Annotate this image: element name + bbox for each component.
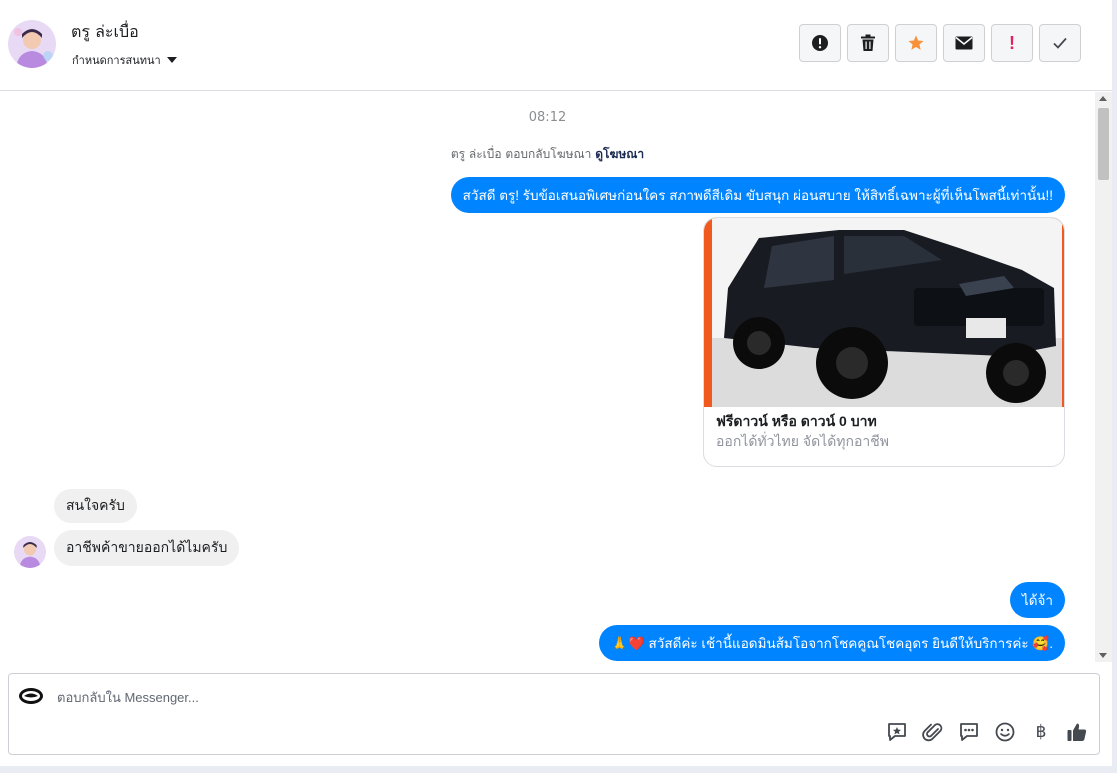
composer-toolbar: ฿ xyxy=(885,720,1089,744)
conversation-settings-dropdown[interactable]: กำหนดการสนทนา xyxy=(72,51,177,69)
ad-reply-note-text: ตรู ล่ะเบื่อ ตอบกลับโฆษณา xyxy=(450,147,592,161)
contact-name: ตรู ล่ะเบื่อ xyxy=(71,22,139,41)
scroll-down-arrow-icon[interactable] xyxy=(1099,653,1107,658)
exclamation-icon: ! xyxy=(1009,32,1015,53)
messenger-window: ตรู ล่ะเบื่อ กำหนดการสนทนา ! 08:12 ตรู ล… xyxy=(0,0,1112,766)
mark-done-button[interactable] xyxy=(1039,24,1081,62)
outgoing-message[interactable]: สวัสดี ตรู! รับข้อเสนอพิเศษก่อนใคร สภาพด… xyxy=(450,177,1065,213)
caret-down-icon xyxy=(166,57,177,63)
saved-replies-button[interactable] xyxy=(957,720,981,744)
message-timestamp: 08:12 xyxy=(528,110,567,125)
check-icon xyxy=(1053,37,1067,49)
mark-unread-button[interactable] xyxy=(943,24,985,62)
contact-avatar[interactable] xyxy=(8,20,56,68)
star-icon xyxy=(908,35,924,50)
trash-icon xyxy=(861,34,875,51)
star-button[interactable] xyxy=(895,24,937,62)
view-ad-link[interactable]: ดูโฆษณา xyxy=(595,147,644,161)
scroll-thumb[interactable] xyxy=(1098,108,1109,180)
message-composer: ฿ xyxy=(8,673,1100,755)
conversation-settings-label: กำหนดการสนทนา xyxy=(72,54,161,67)
ad-card[interactable]: ฟรีดาวน์ หรือ ดาวน์ 0 บาท ออกได้ทั่วไทย … xyxy=(703,217,1065,467)
outgoing-message[interactable]: ได้จ้า xyxy=(1009,582,1065,618)
attachment-icon xyxy=(922,723,943,742)
baht-icon: ฿ xyxy=(1035,722,1047,742)
delete-button[interactable] xyxy=(847,24,889,62)
emoji-icon xyxy=(995,722,1015,742)
ad-reply-note: ตรู ล่ะเบื่อ ตอบกลับโฆษณา ดูโฆษณา xyxy=(0,145,1095,164)
contact-avatar-small xyxy=(14,536,46,568)
sticker-button[interactable] xyxy=(885,720,909,744)
attach-file-button[interactable] xyxy=(921,720,945,744)
spam-button[interactable] xyxy=(799,24,841,62)
incoming-message[interactable]: อาชีพค้าขายออกได้ไมครับ xyxy=(54,530,240,566)
message-thread[interactable]: 08:12 ตรู ล่ะเบื่อ ตอบกลับโฆษณา ดูโฆษณา … xyxy=(0,92,1095,662)
ad-card-subtitle: ออกได้ทั่วไทย จัดได้ทุกอาชีพ xyxy=(716,433,890,449)
alert-circle-icon xyxy=(812,35,828,51)
ad-card-title: ฟรีดาวน์ หรือ ดาวน์ 0 บาท xyxy=(716,413,877,429)
payment-button[interactable]: ฿ xyxy=(1029,720,1053,744)
scroll-up-arrow-icon[interactable] xyxy=(1099,96,1107,101)
page-avatar xyxy=(19,688,43,704)
follow-up-button[interactable]: ! xyxy=(991,24,1033,62)
sticker-icon xyxy=(888,723,906,741)
outgoing-message[interactable]: 🙏❤️ สวัสดีค่ะ เช้านี้แอดมินส้มโอจากโชคคู… xyxy=(599,625,1065,661)
incoming-message[interactable]: สนใจครับ xyxy=(54,489,137,523)
ad-truck-image xyxy=(704,218,1064,407)
envelope-icon xyxy=(955,36,973,50)
saved-replies-icon xyxy=(960,723,978,741)
like-button[interactable] xyxy=(1065,720,1089,744)
thumbs-up-icon xyxy=(1067,723,1087,741)
emoji-button[interactable] xyxy=(993,720,1017,744)
conversation-header: ตรู ล่ะเบื่อ กำหนดการสนทนา ! xyxy=(0,0,1112,91)
conversation-toolbar: ! xyxy=(799,24,1081,62)
thread-scrollbar[interactable] xyxy=(1095,92,1112,662)
reply-input[interactable] xyxy=(57,686,957,708)
